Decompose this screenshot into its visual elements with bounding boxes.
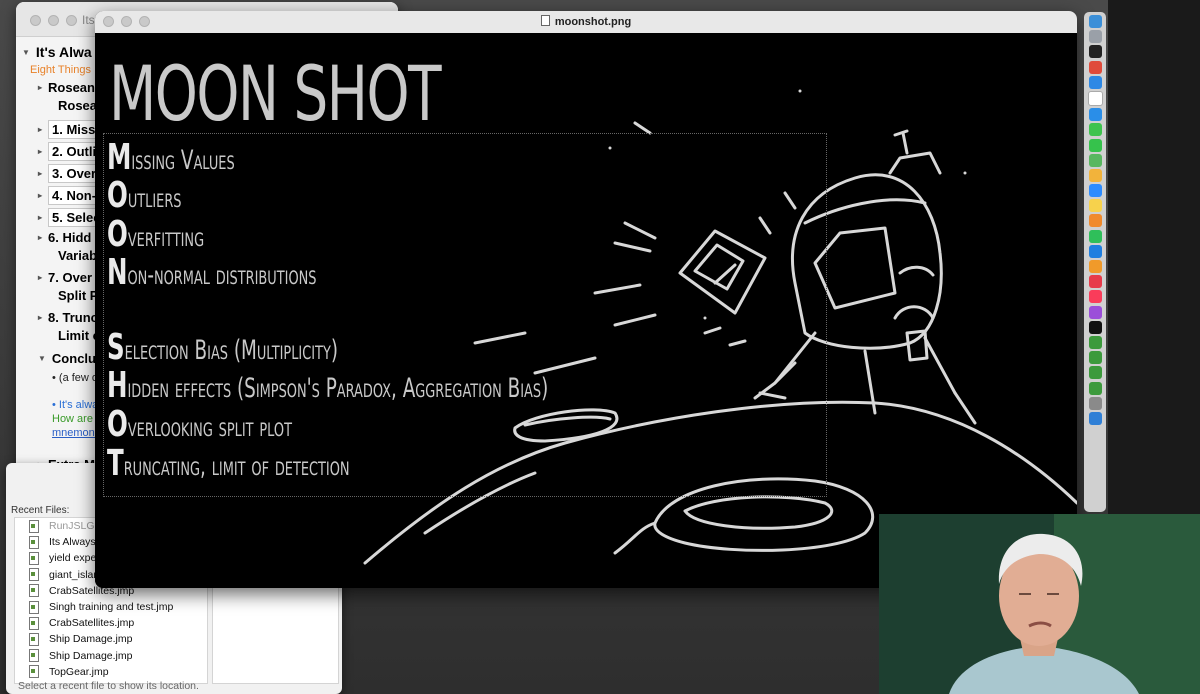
file-icon: [29, 551, 39, 565]
preview-titlebar[interactable]: moonshot.png: [95, 11, 1077, 34]
outline-item-7[interactable]: ▸ 7. Over: [38, 270, 92, 285]
outline-item-4[interactable]: ▸ 4. Non-: [38, 186, 101, 205]
finder-icon[interactable]: [1088, 15, 1102, 28]
mnemonic-line-n: Non-normal distributions: [107, 252, 317, 293]
preview-title: moonshot.png: [95, 15, 1077, 28]
calendar-icon[interactable]: [1087, 90, 1103, 106]
webcam-video: [879, 514, 1200, 694]
file-icon: [29, 600, 39, 614]
list-item[interactable]: Singh training and test.jmp: [15, 599, 207, 615]
jmp-icon[interactable]: [1088, 366, 1102, 380]
tv-icon[interactable]: [1088, 320, 1102, 334]
list-item[interactable]: CrabSatellites.jmp: [15, 615, 207, 631]
outline-item-1[interactable]: ▸ 1. Missi: [38, 120, 103, 139]
file-icon: [29, 568, 39, 582]
file-icon: [29, 665, 39, 679]
safari-icon[interactable]: [1088, 108, 1102, 122]
launchpad-icon[interactable]: [1088, 30, 1102, 44]
mail-icon[interactable]: [1088, 75, 1102, 89]
mnemonic-line-o1: Outliers: [107, 175, 182, 216]
close-button[interactable]: [30, 15, 41, 26]
chrome-icon[interactable]: [1088, 60, 1102, 74]
outline-item-6[interactable]: ▸ 6. Hidd: [38, 230, 91, 245]
file-icon: [29, 535, 39, 549]
dock[interactable]: [1084, 12, 1106, 512]
file-icon: [29, 584, 39, 598]
jmp-icon[interactable]: [1088, 351, 1102, 365]
keynote-icon[interactable]: [1088, 244, 1102, 258]
maps-icon[interactable]: [1088, 153, 1102, 167]
mnemonic-line-s: Selection Bias (Multiplicity): [107, 327, 338, 368]
preview-window[interactable]: moonshot.png MOON SHOT Missing Values Ou…: [95, 11, 1077, 588]
journal-heading[interactable]: ▼ It's Alwa: [22, 44, 92, 60]
terminal-icon[interactable]: [1088, 45, 1102, 59]
file-icon: [29, 616, 39, 630]
news-icon[interactable]: [1088, 275, 1102, 289]
xcode-icon[interactable]: [1088, 411, 1102, 425]
list-item[interactable]: Ship Damage.jmp: [15, 648, 207, 664]
podcasts-icon[interactable]: [1088, 305, 1102, 319]
outline-item-3[interactable]: ▸ 3. Over: [38, 164, 101, 183]
journal-title: Its: [82, 13, 95, 27]
outline-item-2[interactable]: ▸ 2. Outli: [38, 142, 101, 161]
outline-item-8[interactable]: ▸ 8. Trunc: [38, 310, 98, 325]
zoom-button[interactable]: [66, 15, 77, 26]
image-file-icon: [540, 15, 550, 26]
status-text: Select a recent file to show its locatio…: [18, 680, 199, 692]
music-icon[interactable]: [1088, 290, 1102, 304]
mnemonic-line-o3: Overlooking split plot: [107, 404, 292, 445]
list-item[interactable]: TopGear.jmp: [15, 664, 207, 680]
notes-icon[interactable]: [1088, 199, 1102, 213]
zoom-icon[interactable]: [1088, 184, 1102, 198]
mnemonic-line-m: Missing Values: [107, 137, 235, 178]
outline-item-9[interactable]: ▼ Conclus: [38, 351, 103, 366]
outline-item-0[interactable]: ▸ Rosean: [38, 80, 95, 95]
recent-files-header: Recent Files:: [11, 505, 70, 516]
mnemonic-line-o2: Overfitting: [107, 214, 205, 255]
jmp-icon[interactable]: [1088, 381, 1102, 395]
facetime-icon[interactable]: [1088, 138, 1102, 152]
mnemonic-line-t: Truncating, limit of detection: [107, 443, 350, 484]
minimize-button[interactable]: [48, 15, 59, 26]
mnemonic-line-h: Hidden effects (Simpson's Paradox, Aggre…: [107, 365, 549, 406]
journal-subtitle: Eight Things: [30, 64, 91, 76]
pages-icon[interactable]: [1088, 260, 1102, 273]
file-icon: [29, 632, 39, 646]
slide-image: MOON SHOT Missing Values Outliers Overfi…: [95, 33, 1077, 588]
presenter-image: [879, 514, 1200, 694]
books-icon[interactable]: [1088, 214, 1102, 228]
photos-icon[interactable]: [1088, 168, 1102, 182]
jmp-icon[interactable]: [1088, 335, 1102, 349]
numbers-icon[interactable]: [1088, 229, 1102, 243]
file-icon: [29, 519, 39, 533]
messages-icon[interactable]: [1088, 123, 1102, 137]
file-icon: [29, 649, 39, 663]
list-item[interactable]: Ship Damage.jmp: [15, 631, 207, 647]
help-icon[interactable]: [1088, 396, 1102, 410]
slide-title: MOON SHOT: [109, 49, 442, 138]
